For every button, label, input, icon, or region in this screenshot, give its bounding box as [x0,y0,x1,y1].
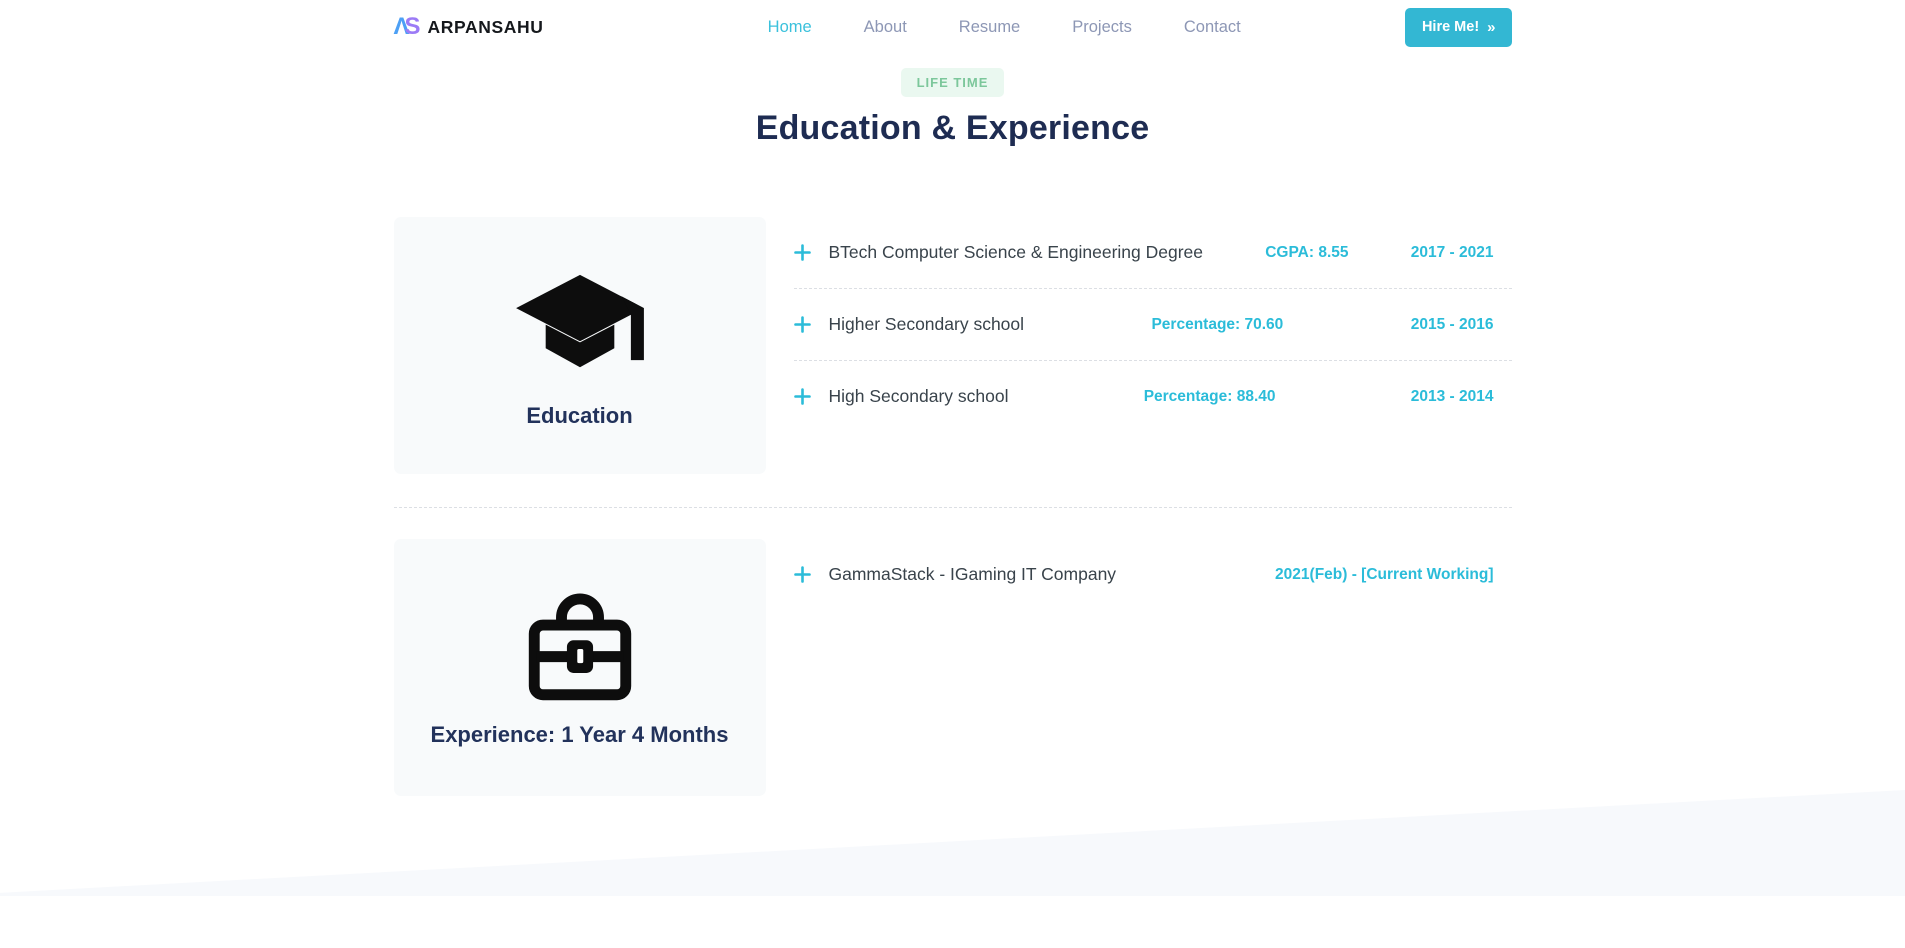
education-row-high-secondary: High Secondary school Percentage: 88.40 … [794,361,1512,432]
double-chevron-right-icon: » [1487,19,1494,36]
page-title: Education & Experience [0,109,1905,148]
experience-card: Experience: 1 Year 4 Months [394,539,766,796]
main-nav: Home About Resume Projects Contact [603,18,1404,37]
section-divider [394,507,1512,508]
education-title: Higher Secondary school [829,314,1025,335]
experience-list: GammaStack - IGaming IT Company 2021(Feb… [794,539,1512,610]
education-period: 2013 - 2014 [1411,388,1494,406]
nav-item-about[interactable]: About [864,18,907,37]
experience-row-gammastack: GammaStack - IGaming IT Company 2021(Feb… [794,539,1512,610]
education-period: 2015 - 2016 [1411,316,1494,334]
education-row-btech: BTech Computer Science & Engineering Deg… [794,217,1512,289]
nav-item-contact[interactable]: Contact [1184,18,1241,37]
education-score: CGPA: 8.55 [1203,244,1411,262]
graduation-cap-icon [509,263,651,391]
briefcase-icon [514,588,646,710]
education-card-label: Education [526,403,632,429]
navbar: ΛS ARPANSAHU Home About Resume Projects … [0,0,1905,54]
education-list: BTech Computer Science & Engineering Deg… [794,217,1512,432]
education-score: Percentage: 70.60 [1024,316,1411,334]
experience-block: Experience: 1 Year 4 Months GammaStack -… [394,539,1512,796]
nav-item-resume[interactable]: Resume [959,18,1020,37]
footer-wedge-decoration [0,790,1905,896]
experience-card-label: Experience: 1 Year 4 Months [431,722,729,748]
education-row-higher-secondary: Higher Secondary school Percentage: 70.6… [794,289,1512,361]
education-title: BTech Computer Science & Engineering Deg… [829,242,1204,263]
education-period: 2017 - 2021 [1411,244,1494,262]
lifetime-badge: LIFE TIME [901,68,1005,97]
plus-icon [794,244,811,261]
experience-title: GammaStack - IGaming IT Company [829,564,1117,585]
plus-icon [794,316,811,333]
plus-icon [794,566,811,583]
hire-me-label: Hire Me! [1422,19,1479,35]
hire-me-button[interactable]: Hire Me! » [1405,8,1512,47]
nav-item-projects[interactable]: Projects [1072,18,1132,37]
brand-name: ARPANSAHU [428,17,544,38]
education-block: Education BTech Computer Science & Engin… [394,217,1512,474]
experience-period: 2021(Feb) - [Current Working] [1275,566,1493,584]
nav-item-home[interactable]: Home [768,18,812,37]
education-experience-section: Education BTech Computer Science & Engin… [394,217,1512,796]
brand-logo[interactable]: ΛS ARPANSAHU [394,13,544,41]
education-score: Percentage: 88.40 [1008,388,1410,406]
plus-icon [794,388,811,405]
education-title: High Secondary school [829,386,1009,407]
education-card: Education [394,217,766,474]
brand-monogram-icon: ΛS [394,13,419,41]
